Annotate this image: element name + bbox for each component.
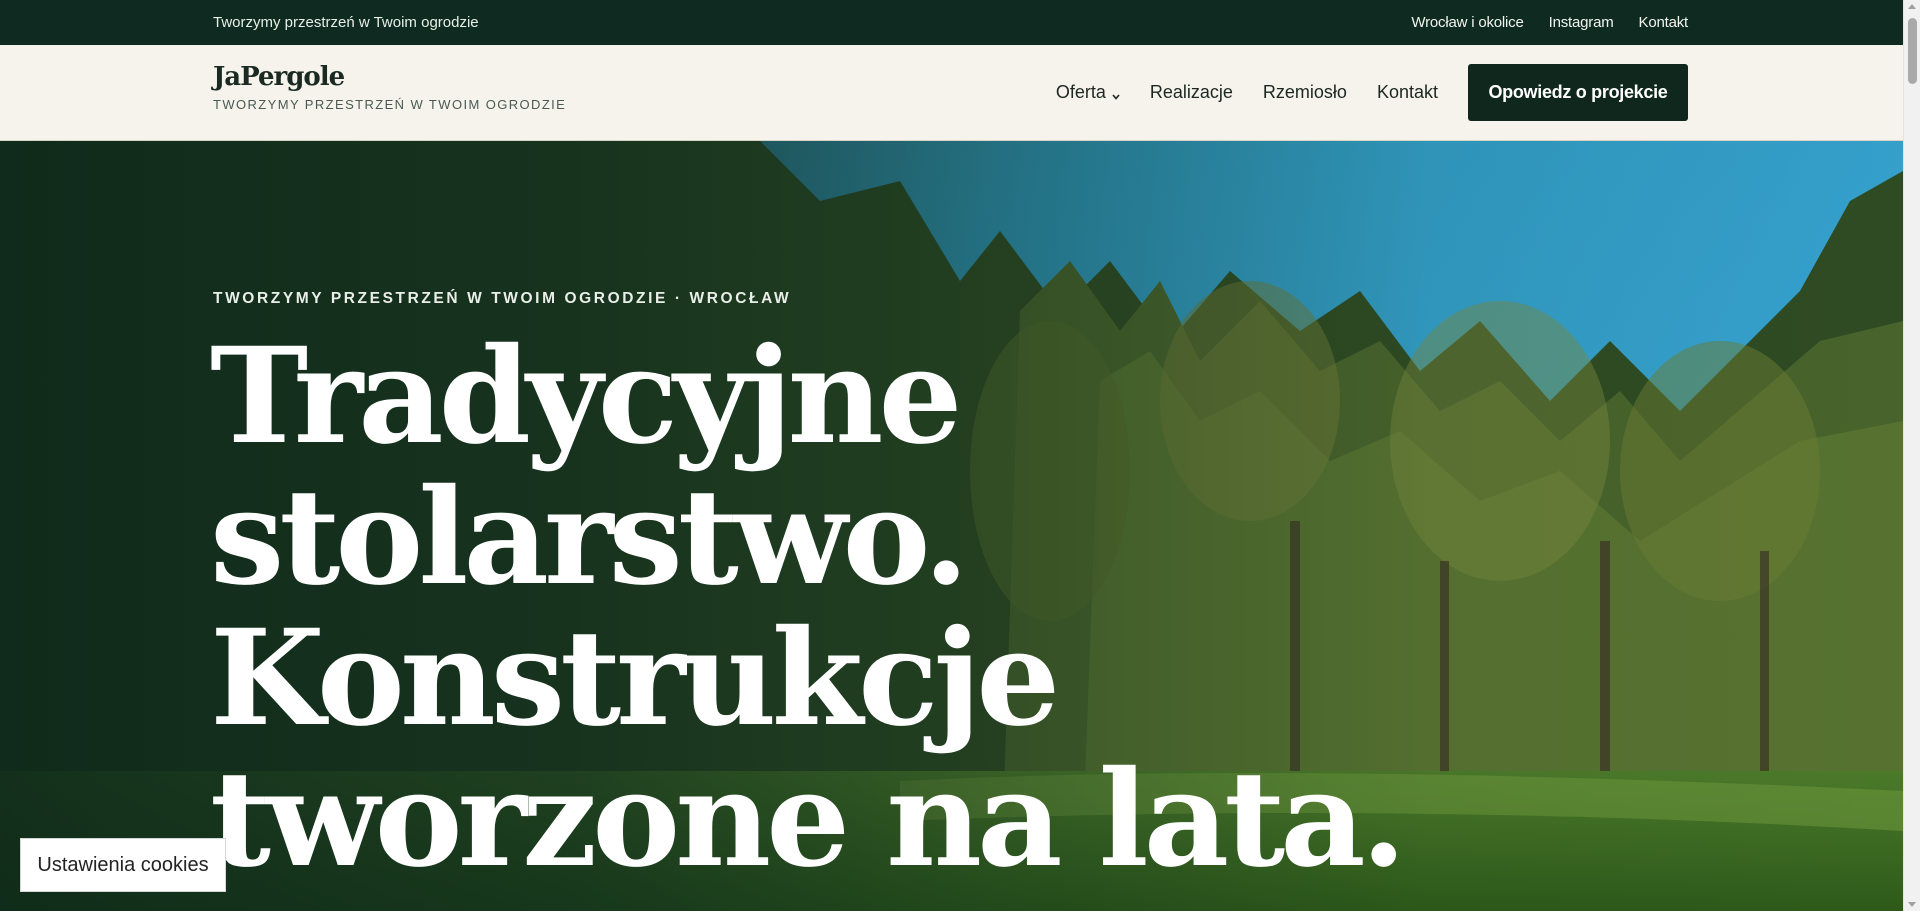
top-bar-tagline: Tworzymy przestrzeń w Twoim ogrodzie [213,14,479,31]
nav-item-oferta[interactable]: Oferta [1056,82,1120,103]
hero-section: TWORZYMY PRZESTRZEŃ W TWOIM OGRODZIE · W… [0,141,1903,911]
hero-eyebrow: TWORZYMY PRZESTRZEŃ W TWOIM OGRODZIE · W… [213,290,792,307]
hero-headline-line-1: Tradycyjne [210,319,962,474]
scroll-down-icon[interactable] [1908,902,1916,907]
nav-item-realizacje[interactable]: Realizacje [1150,82,1233,103]
nav-item-oferta-label: Oferta [1055,82,1106,102]
top-bar-inner: Tworzymy przestrzeń w Twoim ogrodzie Wro… [213,0,1688,45]
top-link-kontakt[interactable]: Kontakt [1639,14,1689,31]
page: Tworzymy przestrzeń w Twoim ogrodzie Wro… [0,0,1920,911]
chevron-down-icon [1112,93,1120,101]
cta-button[interactable]: Opowiedz o projekcie [1468,64,1688,121]
logo-wordmark[interactable]: JaPergole [213,63,566,91]
cookie-settings-button[interactable]: Ustawienia cookies [20,838,226,892]
main-nav: Oferta Realizacje Rzemiosło Kontakt Opow… [1056,64,1688,121]
top-bar: Tworzymy przestrzeń w Twoim ogrodzie Wro… [0,0,1903,45]
nav-item-kontakt[interactable]: Kontakt [1377,82,1438,103]
hero-headline: Tradycyjne stolarstwo. Konstrukcje tworz… [210,319,1407,897]
top-bar-links: Wrocław i okolice Instagram Kontakt [1411,14,1688,31]
page-scrollbar[interactable] [1903,0,1920,911]
site-header: JaPergole TWORZYMY PRZESTRZEŃ W TWOIM OG… [0,45,1903,141]
top-link-instagram[interactable]: Instagram [1549,14,1614,31]
hero-headline-line-3: Konstrukcje [210,601,1060,756]
scroll-up-icon[interactable] [1908,4,1916,9]
logo-tagline: TWORZYMY PRZESTRZEŃ W TWOIM OGRODZIE [213,97,567,112]
hero-headline-line-2: stolarstwo. [210,460,969,615]
hero-headline-line-4: tworzone na lata. [210,742,1407,897]
top-link-location[interactable]: Wrocław i okolice [1411,14,1523,31]
nav-item-rzemioslo[interactable]: Rzemiosło [1263,82,1347,103]
logo[interactable]: JaPergole TWORZYMY PRZESTRZEŃ W TWOIM OG… [213,63,566,112]
scrollbar-thumb[interactable] [1908,18,1917,84]
